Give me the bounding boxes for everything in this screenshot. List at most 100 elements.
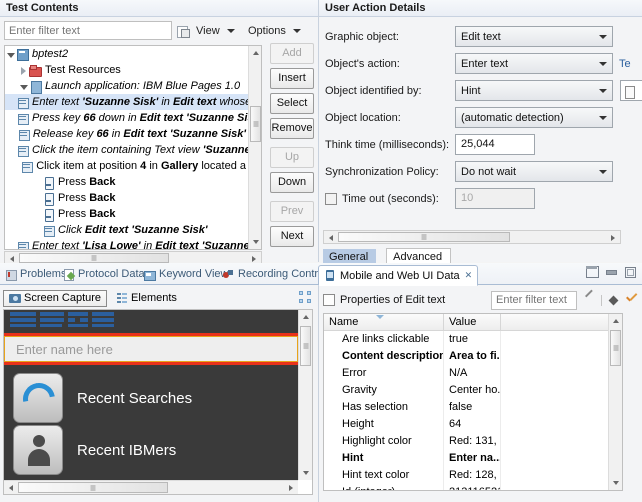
test-tree[interactable]: bptest2 Test Resources Launch application:… <box>4 45 262 250</box>
scroll-down-arrow[interactable] <box>299 467 312 480</box>
object-location-combo[interactable]: (automatic detection) <box>455 107 613 128</box>
device-search-field[interactable]: Enter name here <box>4 333 298 365</box>
twisty-expanded-icon[interactable] <box>18 81 29 92</box>
device-row-recent-ibmers[interactable]: Recent IBMers <box>4 422 298 478</box>
screen-capture-horizontal-scrollbar[interactable] <box>4 480 298 494</box>
table-row[interactable]: Gravity Center ho... <box>324 382 622 399</box>
properties-filter-input[interactable] <box>491 290 577 310</box>
tab-elements[interactable]: Elements <box>111 290 182 307</box>
scroll-up-arrow[interactable] <box>249 46 261 59</box>
device-row-recent-searches[interactable]: Recent Searches <box>4 370 298 426</box>
twisty-expanded-icon[interactable] <box>5 49 16 60</box>
remove-button[interactable]: Remove <box>270 118 314 139</box>
tree-item[interactable]: bptest2 <box>5 46 248 62</box>
field-label: Synchronization Policy: <box>325 165 439 178</box>
table-row[interactable]: Height 64 <box>324 416 622 433</box>
tab-mobile-and-web-ui-data[interactable]: Mobile and Web UI Data ✕ <box>318 265 479 286</box>
recent-searches-tile[interactable] <box>13 373 63 423</box>
properties-vertical-scrollbar[interactable] <box>608 314 622 490</box>
scrollbar-thumb[interactable] <box>610 330 621 366</box>
filter-row <box>4 21 190 40</box>
hint-value-field[interactable] <box>620 80 642 101</box>
timeout-input[interactable]: 10 <box>455 188 535 209</box>
view-menu-button[interactable]: View <box>196 22 235 40</box>
tab-protocol-data[interactable]: Protocol Data <box>62 265 145 283</box>
recent-ibmers-tile[interactable] <box>13 425 63 475</box>
filter-input[interactable] <box>4 21 173 40</box>
scroll-down-arrow[interactable] <box>249 236 261 249</box>
table-row[interactable]: Id (integer)2131165217 <box>324 484 622 490</box>
scroll-right-arrow[interactable] <box>285 481 298 494</box>
tree-item[interactable]: Press Back <box>5 206 248 222</box>
scroll-up-arrow[interactable] <box>299 310 312 323</box>
scroll-left-arrow[interactable] <box>324 231 337 243</box>
tree-item[interactable]: Click Edit text 'Suzanne Sisk' <box>5 222 248 238</box>
think-time-input[interactable]: 25,044 <box>455 134 535 155</box>
scroll-right-arrow[interactable] <box>607 231 620 243</box>
maximize-icon[interactable] <box>299 291 311 303</box>
scrollbar-thumb-h[interactable] <box>19 253 169 263</box>
table-row[interactable]: Content description Area to fi... <box>324 348 622 365</box>
timeout-checkbox[interactable] <box>325 192 337 205</box>
test-tree-rows[interactable]: bptest2 Test Resources Launch application:… <box>5 46 248 249</box>
tree-item[interactable]: Click the item containing Text view 'Suz… <box>5 142 248 158</box>
filter-settings-icon[interactable] <box>176 24 190 38</box>
tree-item[interactable]: Test Resources <box>5 62 248 78</box>
scrollbar-thumb-h[interactable] <box>18 482 168 493</box>
tree-item[interactable]: Launch application: IBM Blue Pages 1.0 <box>5 78 248 94</box>
sync-policy-combo[interactable]: Do not wait <box>455 161 613 182</box>
table-row[interactable]: Has selection false <box>324 399 622 416</box>
tree-item[interactable]: Press key 66 down in Edit text 'Suzanne … <box>5 110 248 126</box>
properties-table-body[interactable]: Are links clickable true Content descripti… <box>324 331 622 490</box>
scrollbar-thumb[interactable] <box>300 326 311 366</box>
diamond-icon[interactable] <box>607 294 620 307</box>
screen-capture-frame[interactable]: Enter name here Recent Searches Recent I… <box>3 309 313 495</box>
maximize-icon[interactable] <box>624 266 636 278</box>
table-row[interactable]: Hint Enter na... <box>324 450 622 467</box>
scroll-down-arrow[interactable] <box>609 477 622 490</box>
tree-vertical-scrollbar[interactable] <box>248 46 261 249</box>
graphic-object-combo[interactable]: Edit text <box>455 26 613 47</box>
column-header-name[interactable]: Name <box>324 314 444 330</box>
scrollbar-thumb[interactable] <box>250 106 261 142</box>
next-button[interactable]: Next <box>270 226 314 247</box>
screen-capture-vertical-scrollbar[interactable] <box>298 310 312 480</box>
tab-problems[interactable]: Problems <box>4 265 66 283</box>
tab-screen-capture[interactable]: Screen Capture <box>3 289 108 307</box>
tab-keyword-view[interactable]: Keyword View <box>143 265 229 283</box>
restore-icon[interactable] <box>586 266 599 278</box>
table-row[interactable]: Hint text colorRed: 128, ... <box>324 467 622 484</box>
tree-item[interactable]: Press Back <box>5 174 248 190</box>
user-action-horizontal-scrollbar[interactable] <box>323 230 621 244</box>
objects-action-combo[interactable]: Enter text <box>455 53 613 74</box>
table-row[interactable]: Highlight colorRed: 131, ... <box>324 433 622 450</box>
select-button[interactable]: Select <box>270 93 314 114</box>
tab-recording-control[interactable]: Recording Control <box>222 265 327 283</box>
tree-item-label: Click the item containing Text view 'Suz… <box>32 144 248 156</box>
close-icon[interactable]: ✕ <box>465 270 473 281</box>
pencil-icon[interactable] <box>583 294 596 307</box>
options-menu-button[interactable]: Options <box>248 22 301 40</box>
check-icon[interactable] <box>625 294 638 307</box>
down-button[interactable]: Down <box>270 172 314 193</box>
column-header-blank[interactable] <box>501 314 611 330</box>
table-row[interactable]: Error N/A <box>324 365 622 382</box>
tree-item[interactable]: Release key 66 in Edit text 'Suzanne Sis… <box>5 126 248 142</box>
tree-item[interactable]: Click item at position 4 in Gallery loca… <box>5 158 248 174</box>
object-identified-by-combo[interactable]: Hint <box>455 80 613 101</box>
scroll-up-arrow[interactable] <box>609 314 622 327</box>
tree-item[interactable]: Press Back <box>5 190 248 206</box>
insert-button[interactable]: Insert <box>270 68 314 89</box>
device-screenshot[interactable]: Enter name here Recent Searches Recent I… <box>4 310 298 480</box>
properties-table[interactable]: Name Value Are links clickable true Conten… <box>323 313 623 491</box>
tree-item[interactable]: Enter text 'Lisa Lowe' in Edit text 'Suz… <box>5 238 248 249</box>
scrollbar-thumb-h[interactable] <box>338 232 510 242</box>
tree-item[interactable]: Enter text 'Suzanne Sisk' in Edit text w… <box>5 94 248 110</box>
twisty-collapsed-icon[interactable] <box>18 65 29 76</box>
column-header-value[interactable]: Value <box>444 314 501 330</box>
table-row[interactable]: Are links clickable true <box>324 331 622 348</box>
scroll-left-arrow[interactable] <box>4 481 17 494</box>
properties-checkbox[interactable] <box>323 294 335 306</box>
property-name: Error <box>324 365 444 382</box>
minimize-icon[interactable] <box>605 266 617 277</box>
